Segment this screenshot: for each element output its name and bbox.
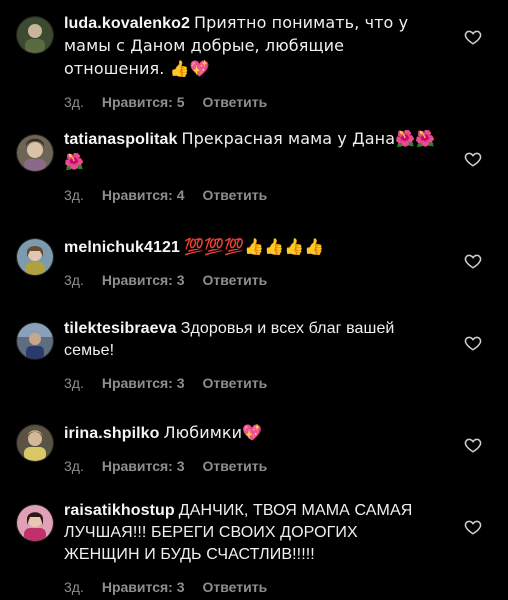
comment-username[interactable]: tilektesibraeva xyxy=(64,320,177,337)
comment-body: luda.kovalenko2 Приятно понимать, что у м… xyxy=(64,12,436,111)
avatar-photo-icon xyxy=(17,505,53,541)
reply-button[interactable]: Ответить xyxy=(203,271,268,289)
comment-likes[interactable]: Нравится: 4 xyxy=(102,186,185,204)
reply-button[interactable]: Ответить xyxy=(203,93,268,111)
comment-likes[interactable]: Нравится: 3 xyxy=(102,271,185,289)
reply-button[interactable]: Ответить xyxy=(203,374,268,392)
like-heart-icon[interactable] xyxy=(464,28,482,46)
comment-username[interactable]: tatianaspolitak xyxy=(64,131,178,148)
avatar[interactable] xyxy=(16,424,54,462)
avatar-photo-icon xyxy=(17,135,53,171)
avatar[interactable] xyxy=(16,238,54,276)
avatar[interactable] xyxy=(16,504,54,542)
comment-meta: 3д. Нравится: 3 Ответить xyxy=(64,271,436,289)
reply-button[interactable]: Ответить xyxy=(203,457,268,475)
comment-body: tilektesibraeva Здоровья и всех благ ваше… xyxy=(64,318,436,392)
comment-message: Любимки💖 xyxy=(163,423,263,442)
comment-time: 3д. xyxy=(64,272,84,288)
comment-meta: 3д. Нравится: 3 Ответить xyxy=(64,374,436,392)
comments-list: luda.kovalenko2 Приятно понимать, что у м… xyxy=(0,0,508,600)
avatar[interactable] xyxy=(16,322,54,360)
comment-meta: 3д. Нравится: 3 Ответить xyxy=(64,457,436,475)
comment-likes[interactable]: Нравится: 3 xyxy=(102,374,185,392)
comment-meta: 3д. Нравится: 3 Ответить xyxy=(64,578,436,596)
like-heart-icon[interactable] xyxy=(464,252,482,270)
avatar[interactable] xyxy=(16,16,54,54)
comment-body: irina.shpilko Любимки💖 3д. Нравится: 3 От… xyxy=(64,422,436,475)
comment-time: 3д. xyxy=(64,94,84,110)
comment-username[interactable]: melnichuk4121 xyxy=(64,239,180,256)
comment-username[interactable]: luda.kovalenko2 xyxy=(64,15,190,32)
reply-button[interactable]: Ответить xyxy=(203,578,268,596)
like-heart-icon[interactable] xyxy=(464,150,482,168)
comment-likes[interactable]: Нравится: 3 xyxy=(102,457,185,475)
comment-text: irina.shpilko Любимки💖 xyxy=(64,422,436,445)
avatar-photo-icon xyxy=(17,323,53,359)
like-heart-icon[interactable] xyxy=(464,436,482,454)
comment-username[interactable]: irina.shpilko xyxy=(64,425,160,442)
comment-username[interactable]: raisatikhostup xyxy=(64,502,175,519)
comment-time: 3д. xyxy=(64,375,84,391)
comment-text: luda.kovalenko2 Приятно понимать, что у м… xyxy=(64,12,436,81)
comment-time: 3д. xyxy=(64,187,84,203)
avatar-photo-icon xyxy=(17,239,53,275)
comment-text: raisatikhostup ДАНЧИК, ТВОЯ МАМА САМАЯ ЛУ… xyxy=(64,500,436,566)
comment-text: tilektesibraeva Здоровья и всех благ ваше… xyxy=(64,318,436,362)
comment-time: 3д. xyxy=(64,458,84,474)
comment-time: 3д. xyxy=(64,579,84,595)
comment-message: 💯💯💯👍👍👍👍 xyxy=(184,237,325,256)
comment-body: raisatikhostup ДАНЧИК, ТВОЯ МАМА САМАЯ ЛУ… xyxy=(64,500,436,596)
comment-likes[interactable]: Нравится: 5 xyxy=(102,93,185,111)
like-heart-icon[interactable] xyxy=(464,334,482,352)
comment-meta: 3д. Нравится: 4 Ответить xyxy=(64,186,436,204)
reply-button[interactable]: Ответить xyxy=(203,186,268,204)
comment-likes[interactable]: Нравится: 3 xyxy=(102,578,185,596)
avatar-photo-icon xyxy=(17,425,53,461)
comment-body: melnichuk4121 💯💯💯👍👍👍👍 3д. Нравится: 3 Отв… xyxy=(64,236,436,289)
avatar-photo-icon xyxy=(17,17,53,53)
comment-meta: 3д. Нравится: 5 Ответить xyxy=(64,93,436,111)
comment-text: melnichuk4121 💯💯💯👍👍👍👍 xyxy=(64,236,436,259)
comment-body: tatianaspolitak Прекрасная мама у Дана🌺🌺🌺… xyxy=(64,128,436,204)
like-heart-icon[interactable] xyxy=(464,518,482,536)
comment-text: tatianaspolitak Прекрасная мама у Дана🌺🌺🌺 xyxy=(64,128,436,174)
avatar[interactable] xyxy=(16,134,54,172)
